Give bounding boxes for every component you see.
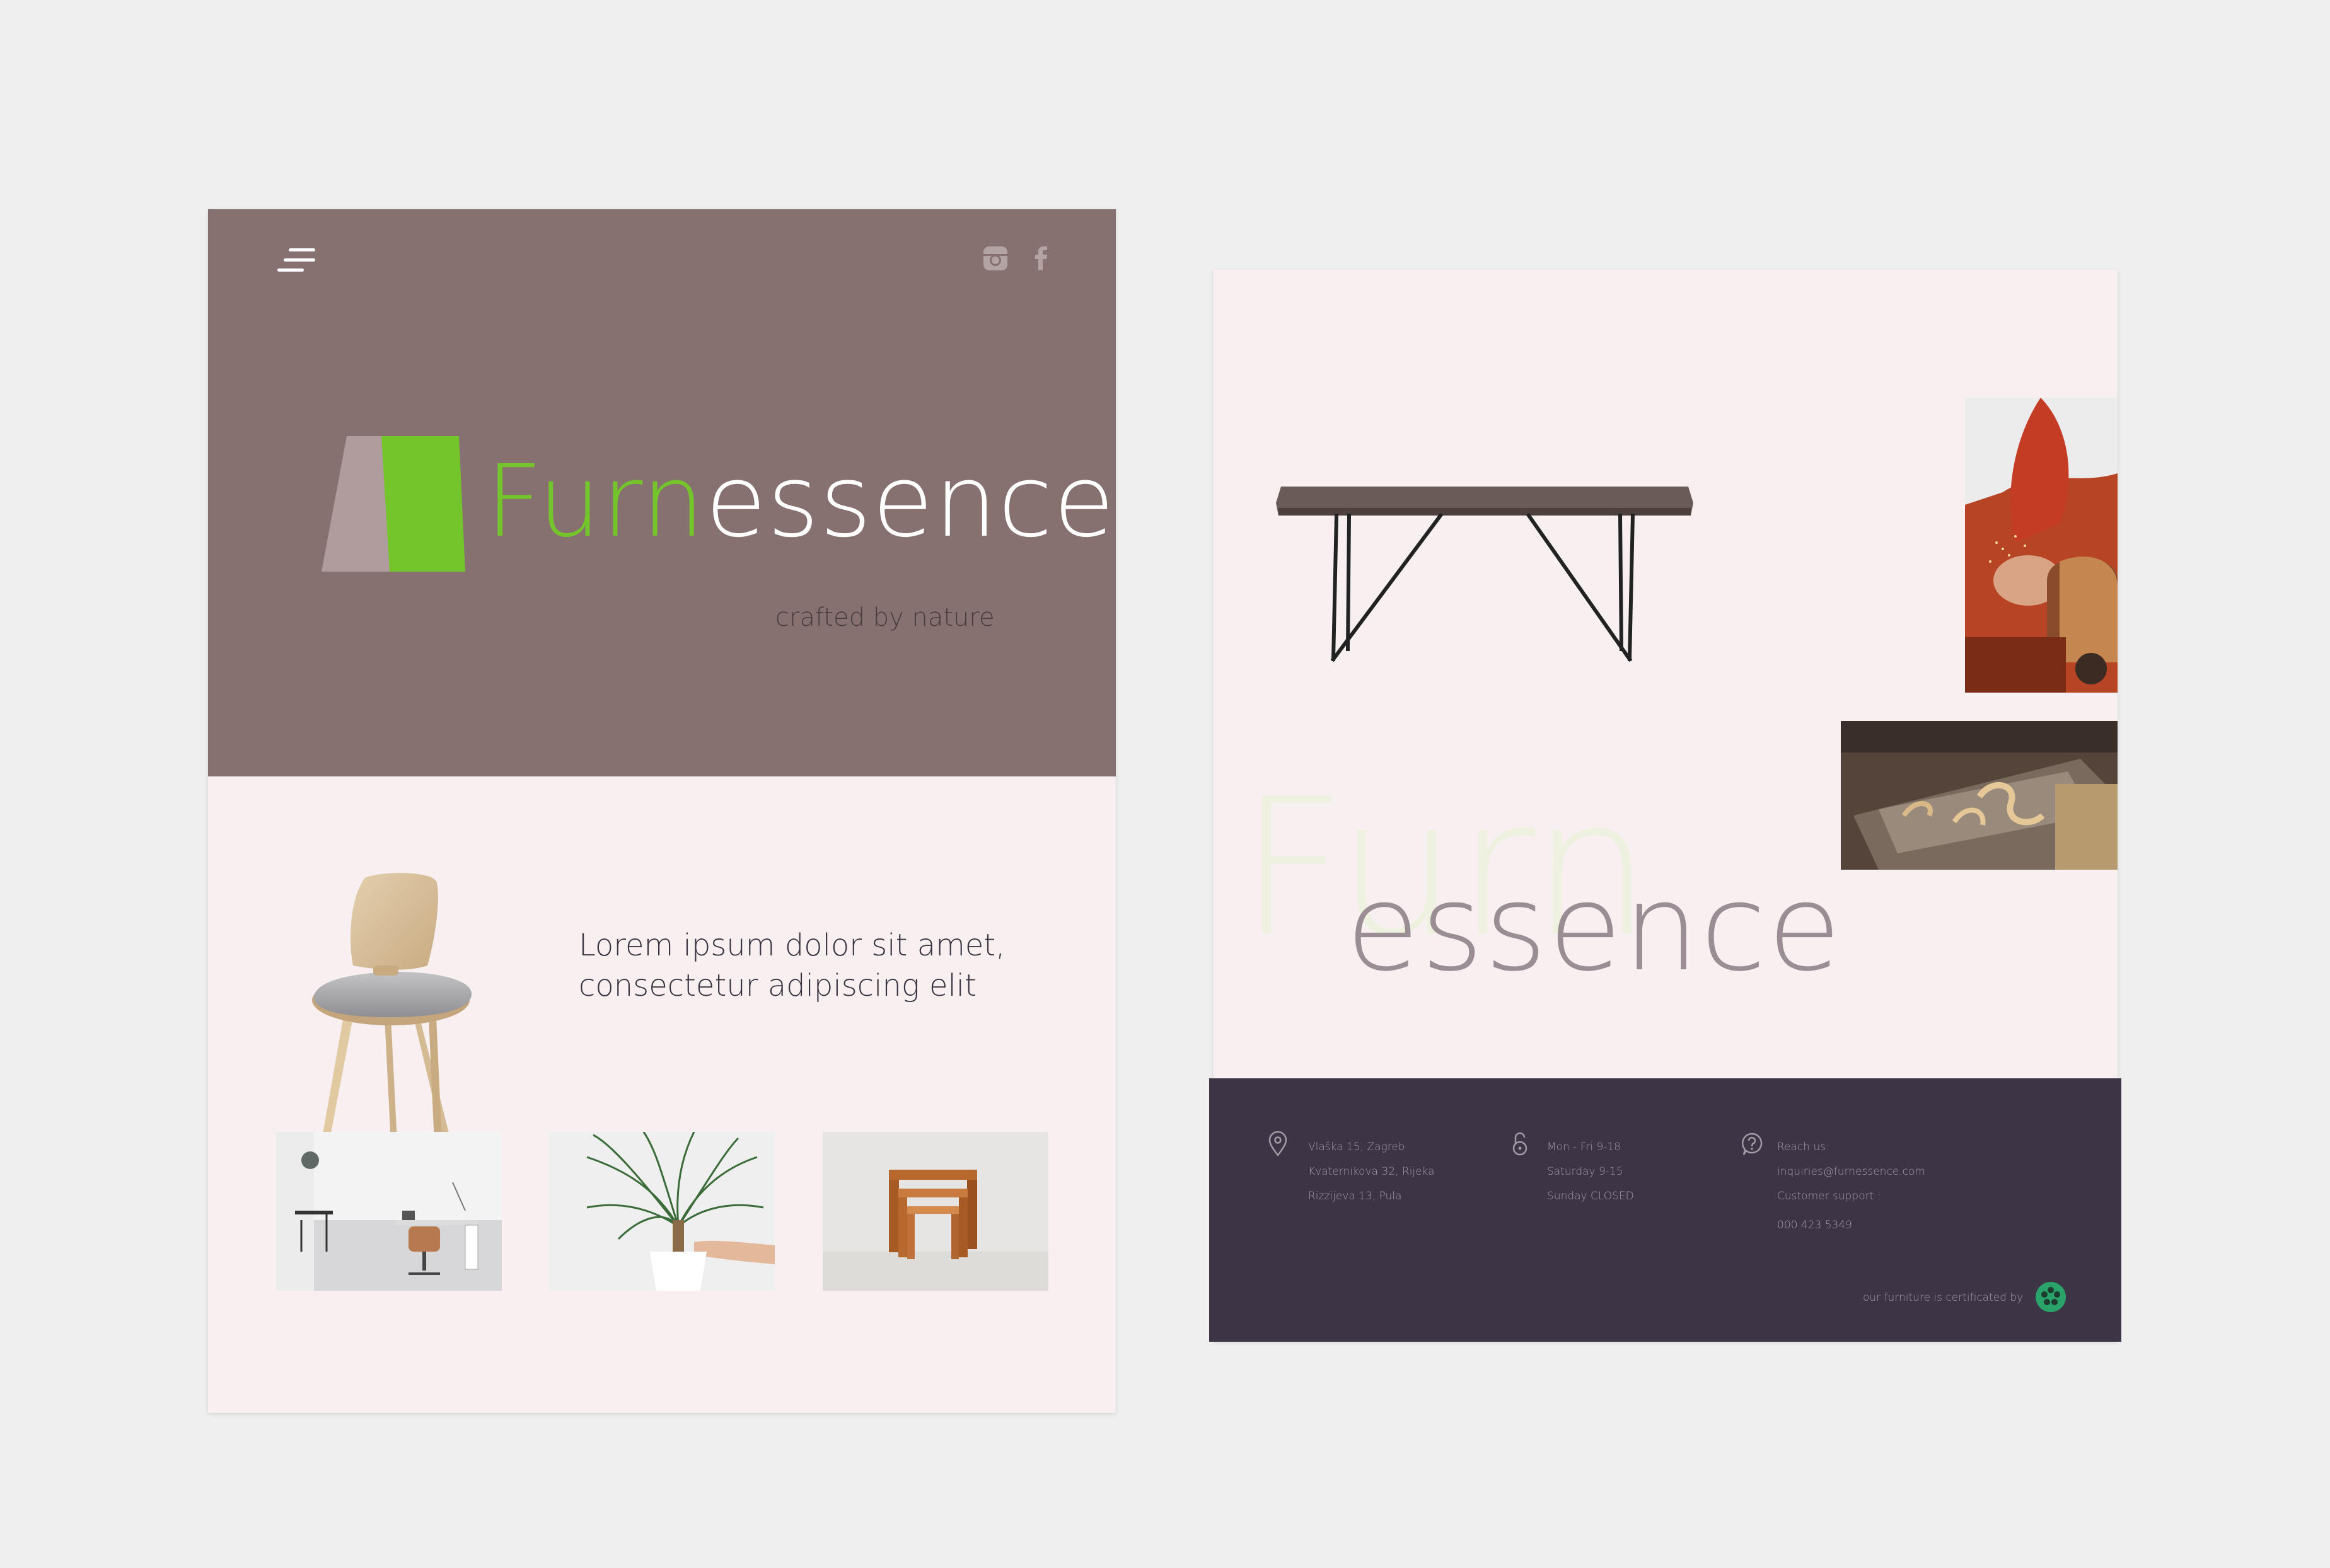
left-page: Furnessence crafted by nature Lorem ipsu… [208,209,1116,1413]
certification-badge-icon [2035,1281,2066,1313]
question-bubble-icon [1740,1131,1764,1156]
menu-icon[interactable] [277,246,322,277]
photo-woodcarver [1965,398,2118,693]
support-phone[interactable]: 000 423 5349 [1777,1219,1852,1231]
instagram-icon[interactable] [982,245,1009,272]
brand-wordmark-essence: essence [705,444,1115,560]
certification-text: our furniture is certificated by [1863,1291,2024,1304]
hours-saturday: Saturday 9-15 [1547,1165,1623,1178]
hours-sunday: Sunday CLOSED [1547,1190,1634,1202]
brand-logo-mark [322,436,467,572]
address-line-3: Rizzijeva 13, Pula [1308,1190,1402,1202]
facebook-icon[interactable] [1031,245,1050,272]
lorem-text: Lorem ipsum dolor sit amet, consectetur … [579,928,1006,1003]
address-line-1: Vlaška 15, Zagreb [1308,1141,1405,1153]
brand-wordmark-furn: Furn [485,444,705,560]
hours-weekday: Mon - Fri 9-18 [1547,1141,1621,1153]
chair-image [290,871,498,1167]
thumbnail-plant[interactable] [549,1132,775,1291]
thumbnail-nesting-tables[interactable] [823,1132,1048,1291]
open-lock-icon [1510,1131,1529,1156]
address-line-2: Kvaternikova 32, Rijeka [1308,1165,1435,1178]
right-page: Furn essence Vlaška 15, Zagreb Kvaternik… [1209,270,2121,1342]
thumbnail-office[interactable] [276,1132,502,1291]
table-image [1273,484,1696,667]
tagline: crafted by nature [775,603,995,632]
hero-section: Furnessence crafted by nature [208,209,1116,776]
contact-email-link[interactable]: inquiries@furnessence.com [1777,1165,1925,1178]
essence-large-text: essence [1346,858,1843,998]
contact-footer: Vlaška 15, Zagreb Kvaternikova 32, Rijek… [1209,1078,2121,1342]
brand-wordmark: Furnessence [485,452,1115,551]
photo-wood-shavings [1841,721,2118,870]
customer-support-label: Customer support : [1777,1190,1881,1202]
location-pin-icon [1267,1131,1289,1157]
contact-heading: Reach us: [1777,1141,1829,1153]
